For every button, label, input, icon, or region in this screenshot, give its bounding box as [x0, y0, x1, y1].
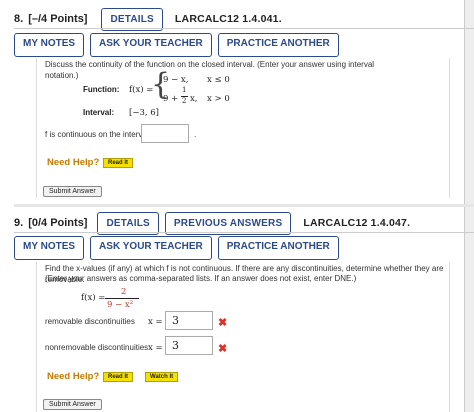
read-it-button[interactable]: Read It — [103, 372, 134, 382]
fraction-numerator: 2 — [121, 287, 127, 297]
question-8-toolbar: MY NOTES ASK YOUR TEACHER PRACTICE ANOTH… — [14, 33, 460, 57]
piece2-frac-num: 1 — [182, 86, 187, 94]
question-8-body: Discuss the continuity of the function o… — [36, 58, 450, 198]
nonremovable-input[interactable]: 3 — [165, 336, 213, 355]
read-it-button[interactable]: Read It — [103, 158, 134, 168]
question-number: 8. — [14, 13, 24, 25]
practice-another-button[interactable]: PRACTICE ANOTHER — [217, 33, 339, 57]
removable-label: removable discontinuities — [45, 317, 135, 326]
question-code: LARCALC12 1.4.047. — [303, 217, 411, 229]
question-points: [0/4 Points] — [28, 217, 88, 229]
watch-it-button[interactable]: Watch It — [145, 372, 179, 382]
ask-your-teacher-button[interactable]: ASK YOUR TEACHER — [90, 236, 212, 260]
piece1-cond: x ≤ 0 — [207, 75, 230, 85]
period-text: . — [194, 130, 197, 139]
fraction-denominator: 9 − x² — [107, 300, 134, 310]
fraction-line — [105, 298, 139, 299]
piece2-frac-den: 2 — [182, 97, 187, 105]
question-number: 9. — [14, 217, 24, 229]
piece2-cond: x > 0 — [207, 94, 230, 104]
question-prompt-line2: (Enter your answers as comma-separated l… — [45, 274, 357, 283]
piece1-expr: 9 − x, — [163, 75, 189, 85]
my-notes-button[interactable]: MY NOTES — [14, 33, 85, 57]
question-9-body: Find the x-values (if any) at which f is… — [36, 262, 450, 412]
continuous-interval-input[interactable] — [141, 124, 189, 143]
divider — [14, 28, 474, 29]
practice-another-button[interactable]: PRACTICE ANOTHER — [217, 236, 339, 260]
piece2-expr-b: x, — [190, 94, 198, 104]
interval-label: Interval: — [83, 108, 115, 117]
function-label: Function: — [83, 85, 120, 94]
submit-answer-button[interactable]: Submit Answer — [43, 186, 102, 197]
submit-answer-button[interactable]: Submit Answer — [43, 399, 102, 410]
need-help-label: Need Help? — [47, 157, 100, 168]
need-help-label: Need Help? — [47, 371, 100, 382]
divider — [14, 204, 474, 207]
x-equals: x = — [148, 317, 163, 327]
nonremovable-label: nonremovable discontinuities — [45, 343, 149, 352]
wrong-icon: ✖ — [218, 343, 228, 355]
function-fx: f(x) = — [129, 85, 154, 95]
function-fx: f(x) = — [81, 293, 106, 303]
removable-input[interactable]: 3 — [165, 311, 213, 330]
ask-your-teacher-button[interactable]: ASK YOUR TEACHER — [90, 33, 212, 57]
question-points: [–/4 Points] — [28, 13, 88, 25]
wrong-icon: ✖ — [218, 317, 228, 329]
piece2-expr-a: 9 + — [163, 94, 179, 104]
x-equals: x = — [148, 343, 163, 353]
interval-value: [−3, 6] — [129, 108, 159, 118]
question-9-toolbar: MY NOTES ASK YOUR TEACHER PRACTICE ANOTH… — [14, 236, 460, 260]
my-notes-button[interactable]: MY NOTES — [14, 236, 85, 260]
continuous-text: f is continuous on the interval — [45, 130, 149, 139]
divider — [14, 232, 474, 233]
question-code: LARCALC12 1.4.041. — [174, 13, 282, 25]
